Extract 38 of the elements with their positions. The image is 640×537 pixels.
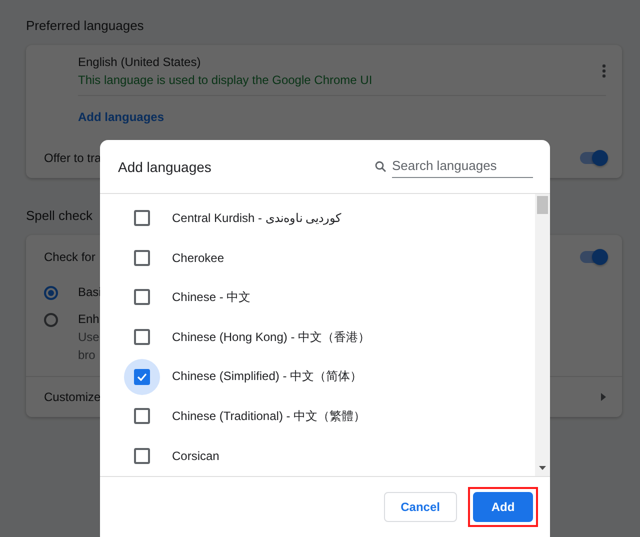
checkbox[interactable] [134,289,150,306]
setting-label: Check for [44,250,96,264]
option-description: Use [78,330,100,344]
option-label: Enh [78,312,100,326]
option-description: bro [78,348,96,362]
section-heading: Spell check [26,208,92,223]
setting-label: Customize [44,390,101,404]
language-option[interactable]: Central Kurdish - کوردیی ناوەندی [172,210,342,225]
checkbox[interactable] [134,329,150,346]
language-name: English (United States) [78,55,202,69]
section-heading: Preferred languages [26,18,144,33]
language-option[interactable]: Chinese (Hong Kong) - 中文（香港） [172,328,370,346]
language-option[interactable]: Corsican [172,449,220,464]
chevron-right-icon[interactable] [601,393,606,401]
language-option[interactable]: Cherokee [172,250,224,265]
scroll-down-icon[interactable] [539,466,546,470]
add-button[interactable]: Add [473,492,533,522]
language-option[interactable]: Chinese - 中文 [172,288,251,306]
checkbox[interactable] [134,448,150,464]
toggle-switch[interactable] [580,251,606,263]
more-icon[interactable] [602,64,606,78]
dialog-title: Add languages [118,158,212,174]
language-option[interactable]: Chinese (Traditional) - 中文（繁體） [172,408,366,425]
search-icon [375,161,386,172]
checkbox[interactable] [134,250,150,266]
language-note: This language is used to display the Google Chrome UI [78,73,374,87]
check-icon [137,372,147,381]
radio-button[interactable] [44,313,58,327]
checkbox[interactable] [134,368,150,385]
setting-label: Offer to tra [44,151,102,165]
cancel-button[interactable]: Cancel [384,492,457,522]
scrollbar[interactable] [535,194,550,476]
scrollbar-thumb[interactable] [537,196,548,214]
radio-button[interactable] [44,286,58,300]
language-option[interactable]: Chinese (Simplified) - 中文（简体） [172,368,362,386]
checkbox[interactable] [134,210,150,226]
toggle-switch[interactable] [580,152,606,164]
checkbox[interactable] [134,408,150,424]
